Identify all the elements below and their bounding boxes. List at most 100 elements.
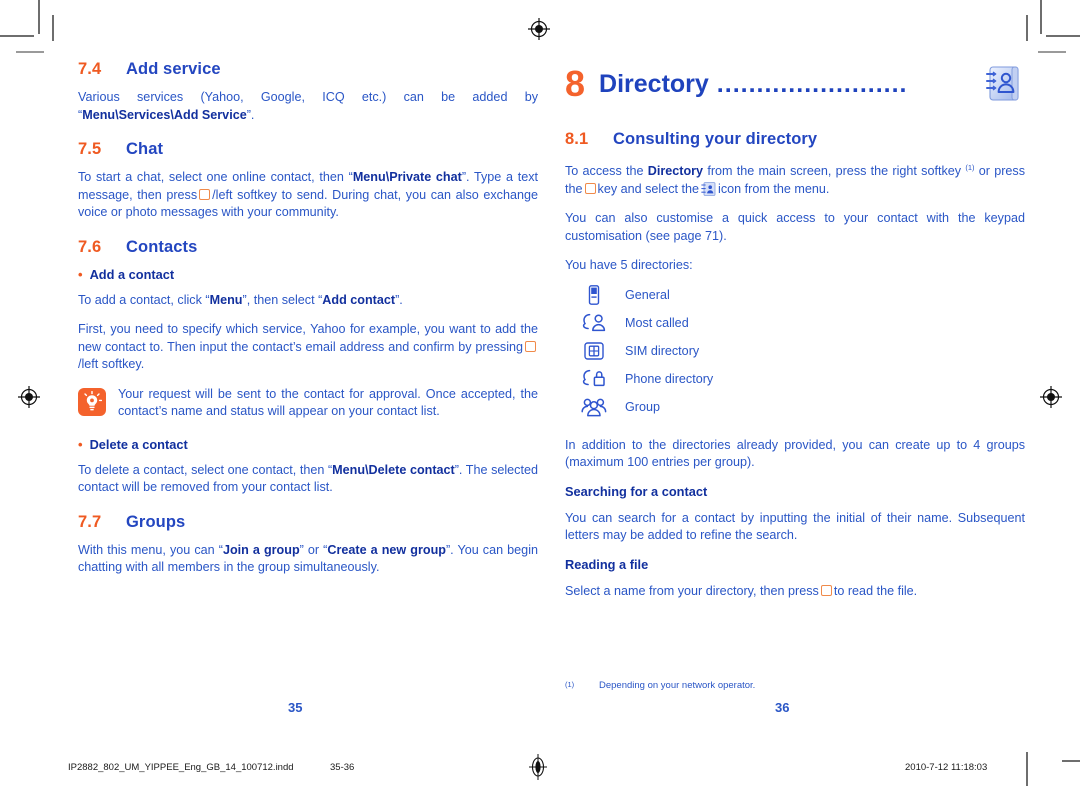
text-fragment: /left softkey. <box>78 357 145 371</box>
subsection-label: Add a contact <box>89 266 175 282</box>
text-fragment: With this menu, you can “ <box>78 542 223 557</box>
print-page-range: 35-36 <box>330 762 355 773</box>
bullet-dot-icon: • <box>78 266 83 282</box>
print-timestamp: 2010-7-12 11:18:03 <box>905 762 988 773</box>
section-number: 7.7 <box>78 512 102 531</box>
menu-bold: Create a new group <box>327 542 446 557</box>
menu-bold: Join a group <box>222 542 300 557</box>
section-heading-7-6: 7.6 Contacts <box>78 238 538 257</box>
section-title: Groups <box>126 512 186 531</box>
menu-bold: Menu <box>209 292 243 307</box>
subsection-reading-a-file: Reading a file <box>565 556 649 572</box>
text-fragment: To delete a contact, select one contact,… <box>78 462 333 477</box>
sim-card-icon <box>577 340 611 362</box>
menu-path-bold: Menu\Services\Add Service <box>82 107 247 122</box>
chapter-number: 8 <box>565 63 586 104</box>
footnote-text: Depending on your network operator. <box>599 680 756 691</box>
text-fragment: First, you need to specify which service… <box>78 322 538 354</box>
directory-book-icon <box>981 62 1025 106</box>
right-page: 8 Directory ........................ 8.1… <box>565 60 1025 612</box>
subsection-add-a-contact: • Add a contact <box>78 267 538 282</box>
chapter-leader-dots: ........................ <box>716 71 908 97</box>
section-number: 7.6 <box>78 237 102 256</box>
add-contact-paragraph-1: To add a contact, click “Menu”, then sel… <box>78 292 538 310</box>
directory-menu-icon <box>701 181 716 196</box>
tip-note: Your request will be sent to the contact… <box>78 386 538 421</box>
directory-list: General Most called SIM directory Phone … <box>565 281 1025 421</box>
call-person-icon <box>577 312 611 334</box>
section-heading-8-1: 8.1 Consulting your directory <box>565 130 1025 149</box>
text-fragment: ” or “ <box>299 542 328 557</box>
section-title: Consulting your directory <box>613 130 818 148</box>
chapter-header: 8 Directory ........................ <box>565 60 1025 108</box>
page-spread: 7.4 Add service Various services (Yahoo,… <box>0 0 1080 740</box>
text-fragment: Select a name from your directory, then … <box>565 583 819 598</box>
list-item: Phone directory <box>577 365 1025 393</box>
text-fragment: ”, then select “ <box>242 292 323 307</box>
text-fragment: ”. <box>395 292 403 307</box>
text-fragment: key and select the <box>597 181 700 196</box>
phone-lock-icon <box>577 368 611 390</box>
group-people-icon <box>577 396 611 418</box>
page-number-left: 35 <box>288 700 303 715</box>
reading-paragraph: Select a name from your directory, then … <box>565 583 1025 601</box>
text-fragment: To start a chat, select one online conta… <box>78 170 353 184</box>
text-fragment: ”. <box>246 107 255 122</box>
softkey-icon <box>820 584 832 596</box>
page-number-right: 36 <box>775 700 790 715</box>
section-title: Chat <box>126 140 164 158</box>
section-number: 7.5 <box>78 140 102 158</box>
directories-intro: You have 5 directories: <box>565 258 693 273</box>
footnote-marker: (1) <box>565 680 575 689</box>
chapter-title: Directory <box>599 69 709 98</box>
text-fragment: To add a contact, click “ <box>78 292 210 307</box>
bullet-dot-icon: • <box>78 436 83 452</box>
registration-target-bottom <box>528 754 548 783</box>
customise-paragraph: You can also customise a quick access to… <box>565 211 1025 243</box>
searching-paragraph: You can search for a contact by inputtin… <box>565 510 1025 543</box>
softkey-icon <box>525 340 536 352</box>
section-number: 7.4 <box>78 60 102 78</box>
section-heading-7-7: 7.7 Groups <box>78 513 538 532</box>
section-heading-7-5: 7.5 Chat <box>78 140 538 159</box>
softkey-icon <box>199 188 211 200</box>
add-service-paragraph: Various services (Yahoo, Google, ICQ etc… <box>78 89 538 124</box>
subsection-delete-a-contact: • Delete a contact <box>78 437 538 452</box>
subsection-searching-for-a-contact: Searching for a contact <box>565 483 708 499</box>
menu-bold: Add contact <box>322 292 396 307</box>
phone-handset-icon <box>577 284 611 306</box>
print-info-bar: IP2882_802_UM_YIPPEE_Eng_GB_14_100712.in… <box>0 752 1080 798</box>
additional-groups-paragraph: In addition to the directories already p… <box>565 437 1025 470</box>
menu-path-bold: Menu\Private chat <box>352 170 462 184</box>
add-contact-paragraph-2: First, you need to specify which service… <box>78 321 538 374</box>
list-item-label: Phone directory <box>625 371 714 386</box>
list-item-label: Group <box>625 399 661 414</box>
text-fragment: to read the file. <box>833 583 918 598</box>
list-item: Most called <box>577 309 1025 337</box>
access-directory-paragraph: To access the Directory from the main sc… <box>565 159 1025 198</box>
section-number: 8.1 <box>565 130 589 148</box>
left-page: 7.4 Add service Various services (Yahoo,… <box>78 60 538 589</box>
list-item-label: SIM directory <box>625 343 700 358</box>
chat-paragraph: To start a chat, select one online conta… <box>78 169 538 222</box>
footnote-reference: (1) <box>965 163 975 172</box>
text-fragment: icon from the menu. <box>718 181 830 196</box>
delete-contact-paragraph: To delete a contact, select one contact,… <box>78 462 538 497</box>
tip-text: Your request will be sent to the contact… <box>118 386 538 419</box>
section-title: Contacts <box>126 237 198 256</box>
section-heading-7-4: 7.4 Add service <box>78 60 538 79</box>
subsection-label: Delete a contact <box>89 436 188 452</box>
menu-path-bold: Menu\Delete contact <box>332 462 455 477</box>
groups-paragraph: With this menu, you can “Join a group” o… <box>78 542 538 577</box>
lightbulb-tip-icon <box>78 387 106 416</box>
footnote: (1) Depending on your network operator. <box>565 680 995 691</box>
print-filename: IP2882_802_UM_YIPPEE_Eng_GB_14_100712.in… <box>68 762 294 773</box>
section-title: Add service <box>126 60 221 78</box>
text-fragment: from the main screen, press the right so… <box>703 164 966 179</box>
softkey-icon <box>584 182 596 194</box>
directory-bold: Directory <box>647 164 704 179</box>
list-item: Group <box>577 393 1025 421</box>
list-item: SIM directory <box>577 337 1025 365</box>
list-item-label: General <box>625 287 670 302</box>
list-item-label: Most called <box>625 315 689 330</box>
